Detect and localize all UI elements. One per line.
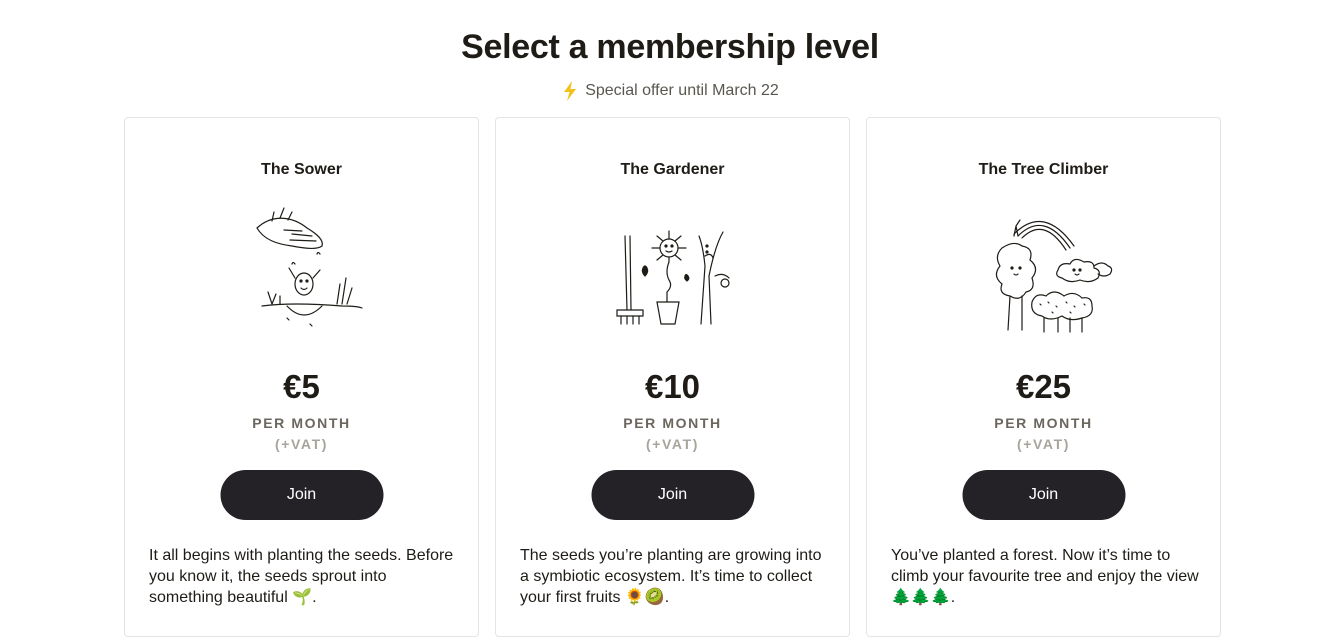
gardener-flower-illustration (496, 206, 849, 336)
seed-sowing-illustration (125, 206, 478, 336)
plan-description: It all begins with planting the seeds. B… (149, 547, 454, 606)
plan-vat: (+VAT) (274, 436, 329, 452)
plan-vat: (+VAT) (1016, 436, 1071, 452)
special-offer: Special offer until March 22 (0, 79, 1340, 103)
plan-card-tree-climber: The Tree Climber €25 PER MONTH (+VAT) Jo… (866, 117, 1221, 637)
plan-name: The Gardener (620, 161, 725, 178)
plan-period: PER MONTH (623, 415, 722, 431)
page-title: Select a membership level (461, 28, 879, 66)
plan-period: PER MONTH (994, 415, 1093, 431)
membership-cards: The Sower €5 PER MONTH (+VAT) Join It al… (124, 117, 1221, 637)
plan-name: The Tree Climber (978, 161, 1109, 178)
plan-card-sower: The Sower €5 PER MONTH (+VAT) Join It al… (124, 117, 479, 637)
join-button-gardener[interactable]: Join (591, 470, 754, 520)
plan-description: The seeds you’re planting are growing in… (520, 547, 822, 606)
plan-card-gardener: The Gardener €10 PER MONTH (+VAT) Join T… (495, 117, 850, 637)
plan-price: €10 (644, 368, 701, 405)
lightning-bolt-icon (561, 80, 579, 102)
tree-climber-illustration (867, 206, 1220, 336)
plan-period: PER MONTH (252, 415, 351, 431)
plan-vat: (+VAT) (645, 436, 700, 452)
join-button-sower[interactable]: Join (220, 470, 383, 520)
plan-description: You’ve planted a forest. Now it’s time t… (891, 547, 1199, 606)
plan-name: The Sower (261, 161, 342, 178)
plan-price: €25 (1015, 368, 1072, 405)
join-button-tree-climber[interactable]: Join (962, 470, 1125, 520)
offer-text: Special offer until March 22 (585, 82, 779, 99)
plan-price: €5 (283, 368, 320, 405)
page-header: Select a membership level Special offer … (0, 0, 1340, 103)
